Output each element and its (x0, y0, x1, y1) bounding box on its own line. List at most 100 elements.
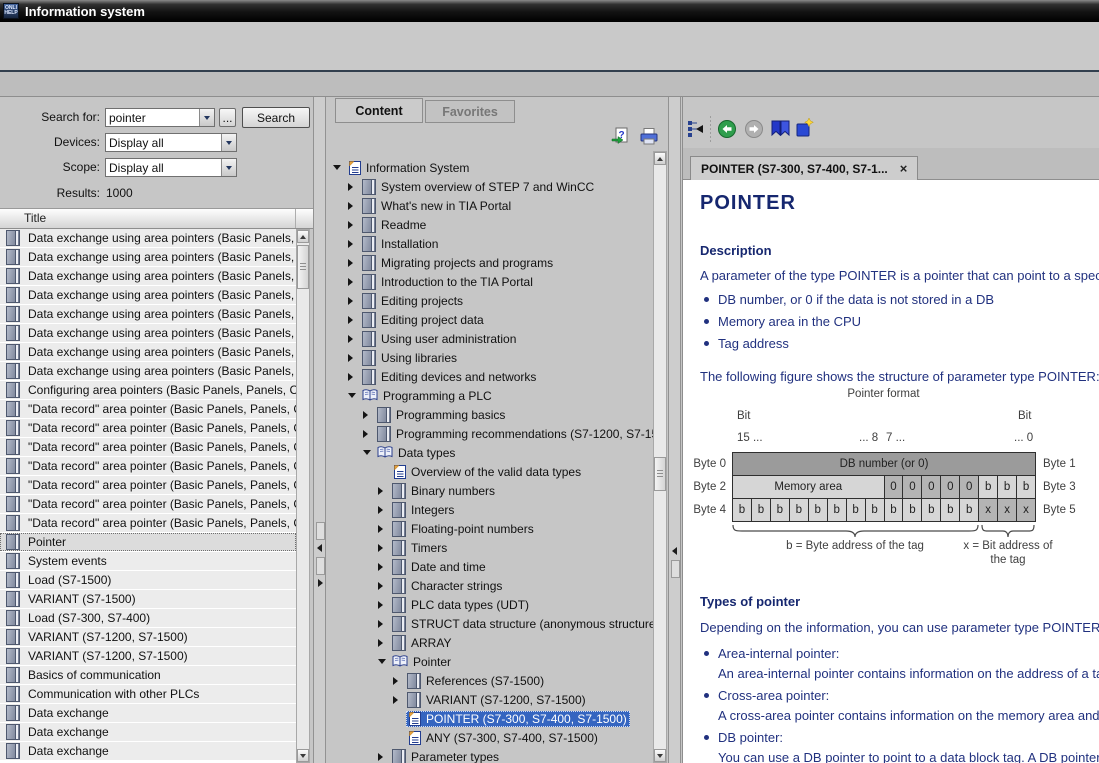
result-row[interactable]: Basics of communication (0, 666, 296, 684)
tree-row[interactable]: Binary numbers (327, 481, 653, 500)
scroll-up-icon[interactable] (654, 152, 666, 165)
result-row[interactable]: "Data record" area pointer (Basic Panels… (0, 457, 296, 475)
tree-item[interactable]: Programming basics (376, 406, 508, 424)
chevron-collapsed-icon[interactable] (348, 183, 361, 191)
chevron-collapsed-icon[interactable] (348, 373, 361, 381)
scope-dropdown-arrow-icon[interactable] (221, 159, 236, 176)
chevron-collapsed-icon[interactable] (378, 563, 391, 571)
tree-item[interactable]: Using user administration (361, 330, 519, 348)
tree-item[interactable]: Pointer (391, 654, 454, 670)
chevron-collapsed-icon[interactable] (378, 525, 391, 533)
print-icon[interactable] (639, 127, 659, 146)
chevron-collapsed-icon[interactable] (348, 354, 361, 362)
tree-item[interactable]: Character strings (391, 577, 505, 595)
tree-item[interactable]: STRUCT data structure (anonymous structu… (391, 615, 653, 633)
tree-row[interactable]: Parameter types (327, 747, 653, 763)
result-row[interactable]: VARIANT (S7-1200, S7-1500) (0, 628, 296, 646)
result-row[interactable]: Data exchange (0, 742, 296, 760)
tree-item[interactable]: VARIANT (S7-1200, S7-1500) (406, 691, 589, 709)
left-splitter[interactable] (313, 97, 326, 763)
chevron-collapsed-icon[interactable] (378, 544, 391, 552)
chevron-collapsed-icon[interactable] (363, 430, 376, 438)
right-splitter[interactable] (668, 97, 681, 763)
result-row[interactable]: Data exchange using area pointers (Basic… (0, 305, 296, 323)
result-row[interactable]: Communication with other PLCs (0, 685, 296, 703)
tree-row[interactable]: Character strings (327, 576, 653, 595)
result-row[interactable]: Data exchange using area pointers (Basic… (0, 362, 296, 380)
tree-item[interactable]: ARRAY (391, 634, 454, 652)
tree-item[interactable]: Timers (391, 539, 450, 557)
result-row[interactable]: Data exchange using area pointers (Basic… (0, 324, 296, 342)
scope-select[interactable]: Display all (105, 158, 237, 177)
result-row[interactable]: Load (S7-1500) (0, 571, 296, 589)
tree-row[interactable]: Programming a PLC (327, 386, 653, 405)
tree-item[interactable]: Floating-point numbers (391, 520, 537, 538)
tree-row[interactable]: Readme (327, 215, 653, 234)
tree-item[interactable]: POINTER (S7-300, S7-400, S7-1500) (406, 711, 630, 727)
chevron-collapsed-icon[interactable] (348, 202, 361, 210)
search-dropdown-arrow-icon[interactable] (199, 109, 214, 126)
scrollbar-thumb[interactable] (654, 457, 666, 491)
result-row[interactable]: System events (0, 552, 296, 570)
chevron-collapsed-icon[interactable] (378, 582, 391, 590)
tree-row[interactable]: Installation (327, 234, 653, 253)
tree-row[interactable]: Programming basics (327, 405, 653, 424)
results-column-header[interactable]: Title (0, 208, 313, 229)
sync-toc-icon[interactable] (686, 119, 706, 139)
result-row[interactable]: Data exchange (0, 704, 296, 722)
tree-row[interactable]: References (S7-1500) (327, 671, 653, 690)
tree-item[interactable]: Editing project data (361, 311, 487, 329)
results-scrollbar[interactable] (296, 229, 310, 763)
tree-row[interactable]: Using libraries (327, 348, 653, 367)
tree-item[interactable]: Binary numbers (391, 482, 498, 500)
chevron-collapsed-icon[interactable] (378, 487, 391, 495)
tree-row[interactable]: VARIANT (S7-1200, S7-1500) (327, 690, 653, 709)
chevron-expanded-icon[interactable] (348, 393, 361, 398)
tree-item[interactable]: Programming recommendations (S7-1200, S7… (376, 425, 653, 443)
tree-item[interactable]: Parameter types (391, 748, 502, 763)
tree-row[interactable]: System overview of STEP 7 and WinCC (327, 177, 653, 196)
result-row[interactable]: "Data record" area pointer (Basic Panels… (0, 438, 296, 456)
add-favorite-icon[interactable] (795, 118, 815, 138)
tree-row[interactable]: Editing projects (327, 291, 653, 310)
tree-item[interactable]: Date and time (391, 558, 489, 576)
tree-item[interactable]: PLC data types (UDT) (391, 596, 532, 614)
expand-right-icon[interactable] (318, 579, 323, 587)
tree-row[interactable]: Timers (327, 538, 653, 557)
browse-button[interactable]: ... (219, 108, 236, 127)
tree-row[interactable]: What's new in TIA Portal (327, 196, 653, 215)
chevron-collapsed-icon[interactable] (348, 278, 361, 286)
scroll-up-icon[interactable] (297, 230, 309, 243)
result-row[interactable]: Data exchange using area pointers (Basic… (0, 248, 296, 266)
result-row[interactable]: Load (S7-300, S7-400) (0, 609, 296, 627)
result-row[interactable]: Pointer (0, 533, 296, 551)
devices-dropdown-arrow-icon[interactable] (221, 134, 236, 151)
tab-favorites[interactable]: Favorites (425, 100, 515, 123)
tree-item[interactable]: Migrating projects and programs (361, 254, 556, 272)
result-row[interactable]: "Data record" area pointer (Basic Panels… (0, 476, 296, 494)
search-input[interactable]: pointer (105, 108, 215, 127)
result-row[interactable]: Configuring area pointers (Basic Panels,… (0, 381, 296, 399)
bookmarks-icon[interactable] (770, 120, 792, 138)
tree-row[interactable]: PLC data types (UDT) (327, 595, 653, 614)
chevron-collapsed-icon[interactable] (393, 677, 406, 685)
chevron-collapsed-icon[interactable] (393, 696, 406, 704)
tree-row[interactable]: Integers (327, 500, 653, 519)
tree-row[interactable]: Date and time (327, 557, 653, 576)
chevron-collapsed-icon[interactable] (348, 240, 361, 248)
tree-item[interactable]: Overview of the valid data types (391, 464, 584, 480)
chevron-collapsed-icon[interactable] (348, 335, 361, 343)
tree-row[interactable]: Overview of the valid data types (327, 462, 653, 481)
splitter-handle[interactable] (316, 522, 325, 540)
scroll-down-icon[interactable] (297, 749, 309, 762)
chevron-collapsed-icon[interactable] (348, 221, 361, 229)
result-row[interactable]: Data exchange (0, 723, 296, 741)
tree-row[interactable]: Introduction to the TIA Portal (327, 272, 653, 291)
chevron-collapsed-icon[interactable] (363, 411, 376, 419)
tree-item[interactable]: Using libraries (361, 349, 460, 367)
tree-item[interactable]: Editing devices and networks (361, 368, 539, 386)
tree-item[interactable]: ANY (S7-300, S7-400, S7-1500) (406, 730, 601, 746)
tree-item[interactable]: References (S7-1500) (406, 672, 547, 690)
result-row[interactable]: "Data record" area pointer (Basic Panels… (0, 495, 296, 513)
help-tab[interactable]: POINTER (S7-300, S7-400, S7-1... × (690, 156, 918, 180)
